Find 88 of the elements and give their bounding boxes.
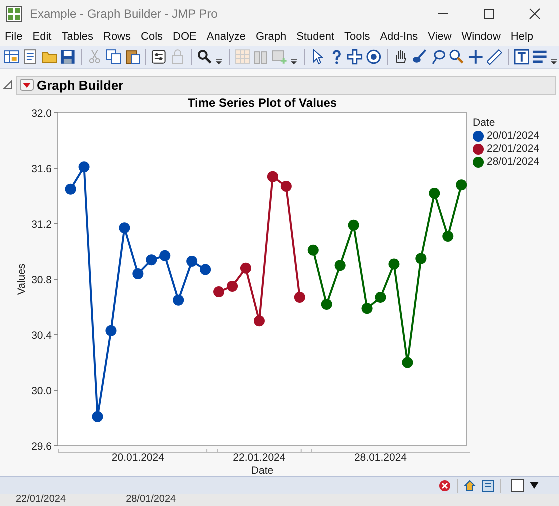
data-point: [294, 292, 306, 304]
maximize-icon[interactable]: [483, 8, 495, 20]
menu-item[interactable]: Student: [296, 31, 335, 43]
new-script-icon[interactable]: [22, 49, 39, 65]
menu-item[interactable]: Tables: [62, 31, 94, 43]
app-icon: [6, 6, 22, 22]
save-icon[interactable]: [60, 49, 76, 65]
target-icon[interactable]: [366, 49, 382, 65]
y-tick-label: 31.2: [32, 219, 52, 231]
data-point: [362, 303, 373, 314]
text-box-icon[interactable]: [514, 49, 530, 65]
x-tick-label: 28.01.2024: [354, 452, 408, 464]
data-point: [214, 286, 225, 298]
list-icon[interactable]: [532, 49, 548, 65]
menu-item[interactable]: Tools: [344, 31, 370, 43]
legend-label: 28/01/2024: [487, 156, 540, 168]
menu-item[interactable]: Rows: [104, 31, 132, 43]
y-tick-label: 32.0: [32, 108, 52, 120]
window-title: Example - Graph Builder - JMP Pro: [30, 7, 218, 21]
data-point: [160, 250, 171, 262]
window-list-icon[interactable]: [482, 480, 494, 492]
zoom-icon[interactable]: [449, 49, 466, 65]
menu-item[interactable]: View: [428, 31, 452, 43]
new-table-icon[interactable]: [4, 49, 20, 65]
x-tick-label: 20.01.2024: [112, 452, 164, 464]
chart-title: Time Series Plot of Values: [188, 96, 338, 110]
y-tick-label: 29.6: [32, 441, 52, 453]
color-swatch[interactable]: [511, 479, 524, 492]
data-point: [456, 180, 468, 191]
legend-title: Date: [473, 117, 496, 129]
data-point: [173, 294, 184, 306]
disclosure-icon[interactable]: [3, 80, 13, 90]
data-point: [442, 231, 454, 242]
data-point: [388, 258, 400, 270]
data-point: [132, 268, 144, 280]
data-point: [308, 244, 319, 256]
data-point: [334, 260, 346, 272]
data-point: [240, 262, 252, 274]
options-menu-icon[interactable]: [20, 79, 34, 91]
data-point: [78, 162, 90, 173]
data-point: [416, 253, 427, 264]
y-tick-label: 30.8: [32, 274, 52, 286]
paste-icon[interactable]: [124, 49, 140, 65]
menu-item[interactable]: Edit: [32, 31, 52, 43]
legend-label: 22/01/2024: [487, 143, 540, 155]
x-tick-label: 22.01.2024: [233, 452, 286, 464]
y-axis-title: Values: [16, 264, 28, 296]
data-point: [186, 256, 198, 267]
data-point: [280, 181, 292, 192]
copy-icon[interactable]: [106, 49, 122, 65]
data-point: [429, 188, 440, 199]
search-icon[interactable]: [196, 49, 213, 65]
data-point: [375, 292, 386, 304]
data-point: [92, 411, 104, 422]
menu-item[interactable]: Add-Ins: [380, 31, 418, 43]
crosshair-icon[interactable]: [468, 49, 484, 65]
lasso-icon[interactable]: [430, 49, 446, 65]
data-point: [267, 171, 278, 182]
menu-item[interactable]: Cols: [141, 31, 164, 43]
x-axis-title: Date: [251, 465, 274, 476]
menu-item[interactable]: Graph: [256, 31, 287, 43]
data-point: [200, 264, 212, 276]
data-point: [119, 222, 130, 234]
data-point: [227, 280, 238, 292]
report-title: Graph Builder: [37, 78, 124, 92]
menu-item[interactable]: Analyze: [206, 31, 246, 43]
y-tick-label: 30.0: [32, 386, 52, 398]
y-tick-label: 30.4: [32, 330, 52, 342]
close-icon[interactable]: [529, 8, 541, 20]
background-cell-text: 22/01/2024: [16, 494, 66, 506]
plus-cross-icon[interactable]: [347, 49, 364, 65]
menu-item[interactable]: DOE: [173, 31, 197, 43]
data-point: [146, 254, 158, 266]
y-tick-label: 31.6: [32, 164, 52, 176]
brush-icon[interactable]: [412, 49, 428, 65]
data-point: [402, 357, 414, 368]
data-point: [106, 325, 117, 336]
menu-item[interactable]: Help: [510, 31, 534, 43]
menu-item[interactable]: File: [5, 31, 23, 43]
background-cell-text: 28/01/2024: [126, 494, 176, 506]
menu-item[interactable]: Window: [462, 31, 501, 43]
error-icon[interactable]: [439, 480, 451, 492]
legend-label: 20/01/2024: [487, 130, 540, 142]
data-point: [321, 298, 332, 310]
data-point: [65, 184, 76, 195]
dropdown-icon[interactable]: [530, 482, 539, 489]
data-point: [348, 220, 360, 231]
data-point: [254, 316, 265, 327]
